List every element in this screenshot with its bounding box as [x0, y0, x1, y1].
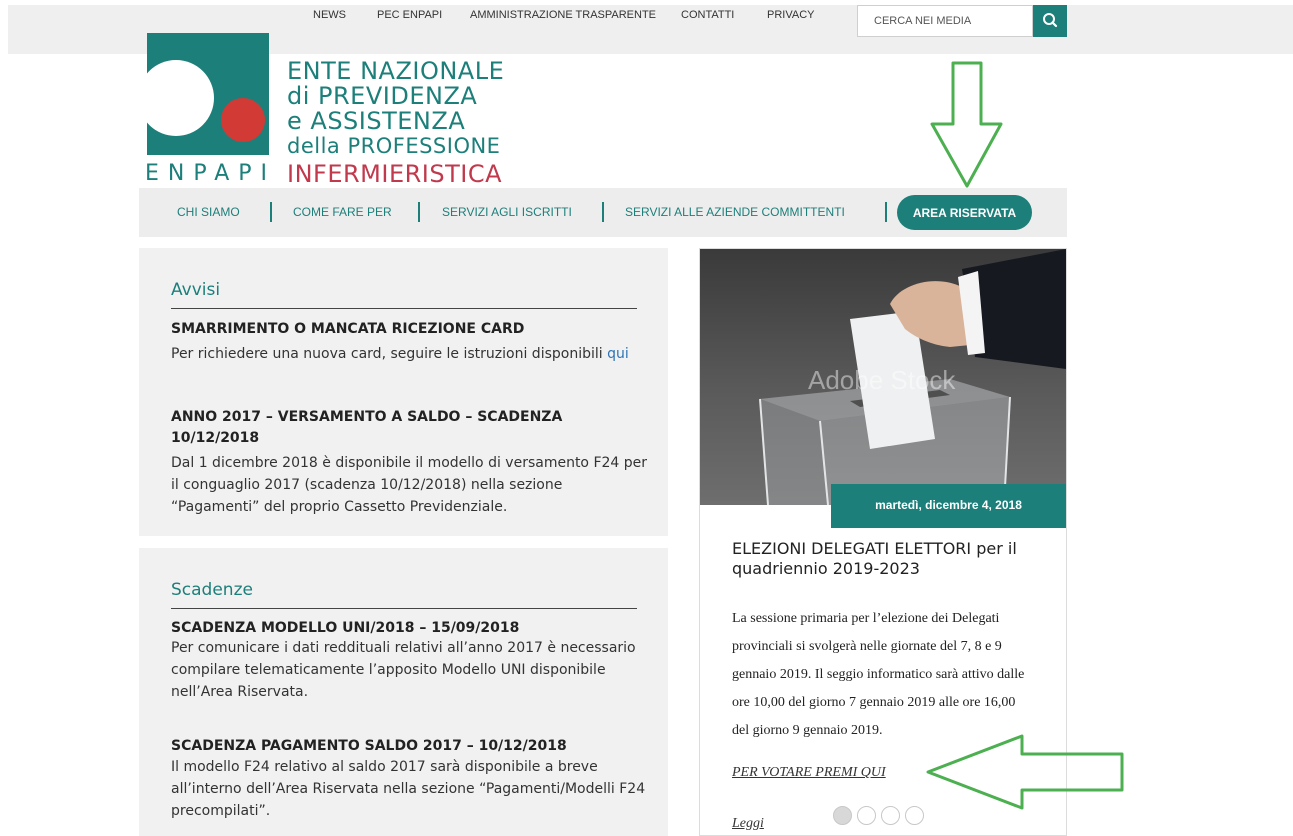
topnav-amministrazione-trasparente[interactable]: AMMINISTRAZIONE TRASPARENTE: [470, 9, 656, 29]
avvisi-divider: [171, 308, 637, 309]
logo-line-5: INFERMIERISTICA: [287, 160, 503, 188]
logo-line-3: e ASSISTENZA: [287, 107, 466, 135]
nav-servizi-iscritti[interactable]: SERVIZI AGLI ISCRITTI: [442, 205, 572, 219]
logo-white-circle: [138, 60, 214, 136]
logo-line-4: della PROFESSIONE: [287, 134, 501, 158]
area-riservata-button[interactable]: AREA RISERVATA: [897, 195, 1032, 230]
avvisi-title: Avvisi: [171, 280, 221, 300]
logo-line-1: ENTE NAZIONALE: [287, 57, 505, 85]
logo-line-2: di PREVIDENZA: [287, 82, 478, 110]
topnav-privacy[interactable]: PRIVACY: [767, 9, 814, 29]
avvisi-item2-text: Dal 1 dicembre 2018 è disponibile il mod…: [171, 455, 648, 515]
logo-red-circle: [221, 98, 265, 142]
search-button[interactable]: [1033, 5, 1067, 37]
topnav-news[interactable]: NEWS: [313, 9, 346, 29]
arrow-left-annotation-icon: [926, 734, 1124, 810]
carousel-dot-3[interactable]: [881, 806, 900, 825]
search-icon: [1043, 13, 1058, 28]
avvisi-panel: Avvisi SMARRIMENTO O MANCATA RICEZIONE C…: [139, 248, 668, 536]
nav-separator: [270, 202, 272, 222]
nav-separator: [418, 202, 420, 222]
logo-acronym: ENPAPI: [145, 161, 277, 186]
vote-link[interactable]: PER VOTARE PREMI QUI: [732, 765, 886, 781]
scadenze-panel: Scadenze SCADENZA MODELLO UNI/2018 – 15/…: [139, 548, 668, 836]
nav-servizi-aziende[interactable]: SERVIZI ALLE AZIENDE COMMITTENTI: [625, 205, 845, 219]
carousel-dot-2[interactable]: [857, 806, 876, 825]
avvisi-item1-body: Per richiedere una nuova card, seguire l…: [171, 346, 603, 362]
nav-separator: [602, 202, 604, 222]
scadenze-item2-title: SCADENZA PAGAMENTO SALDO 2017 – 10/12/20…: [171, 738, 567, 754]
scadenze-item2-text: Il modello F24 relativo al saldo 2017 sa…: [171, 759, 646, 819]
search-input[interactable]: CERCA NEI MEDIA: [857, 5, 1033, 37]
image-watermark: Adobe Stock: [808, 365, 956, 395]
avvisi-item1-link[interactable]: qui: [607, 346, 629, 362]
avvisi-item1-title: SMARRIMENTO O MANCATA RICEZIONE CARD: [171, 321, 525, 337]
carousel-dot-1[interactable]: [833, 806, 852, 825]
scadenze-divider: [171, 608, 637, 609]
main-navigation: CHI SIAMO COME FARE PER SERVIZI AGLI ISC…: [139, 188, 1067, 237]
arrow-down-annotation-icon: [930, 61, 1003, 188]
news-text: La sessione primaria per l’elezione dei …: [732, 611, 1025, 738]
ballot-box-image: Adobe Stock: [700, 249, 1066, 505]
topnav-contatti[interactable]: CONTATTI: [681, 9, 734, 29]
avvisi-item1-text: Per richiedere una nuova card, seguire l…: [171, 343, 651, 365]
nav-separator: [885, 202, 887, 222]
nav-chi-siamo[interactable]: CHI SIAMO: [177, 205, 240, 219]
scadenze-title: Scadenze: [171, 580, 253, 600]
scadenze-item1-title: SCADENZA MODELLO UNI/2018 – 15/09/2018: [171, 620, 520, 636]
avvisi-item2-title: ANNO 2017 – VERSAMENTO A SALDO – SCADENZ…: [171, 409, 563, 446]
nav-come-fare-per[interactable]: COME FARE PER: [293, 205, 392, 219]
read-more-link[interactable]: Leggi: [732, 816, 764, 832]
scadenze-item1-text: Per comunicare i dati reddituali relativ…: [171, 640, 636, 700]
topnav-pec-enpapi[interactable]: PEC ENPAPI: [377, 9, 442, 29]
news-date-badge: martedì, dicembre 4, 2018: [831, 484, 1066, 528]
news-title[interactable]: ELEZIONI DELEGATI ELETTORI per il quadri…: [732, 539, 1042, 579]
